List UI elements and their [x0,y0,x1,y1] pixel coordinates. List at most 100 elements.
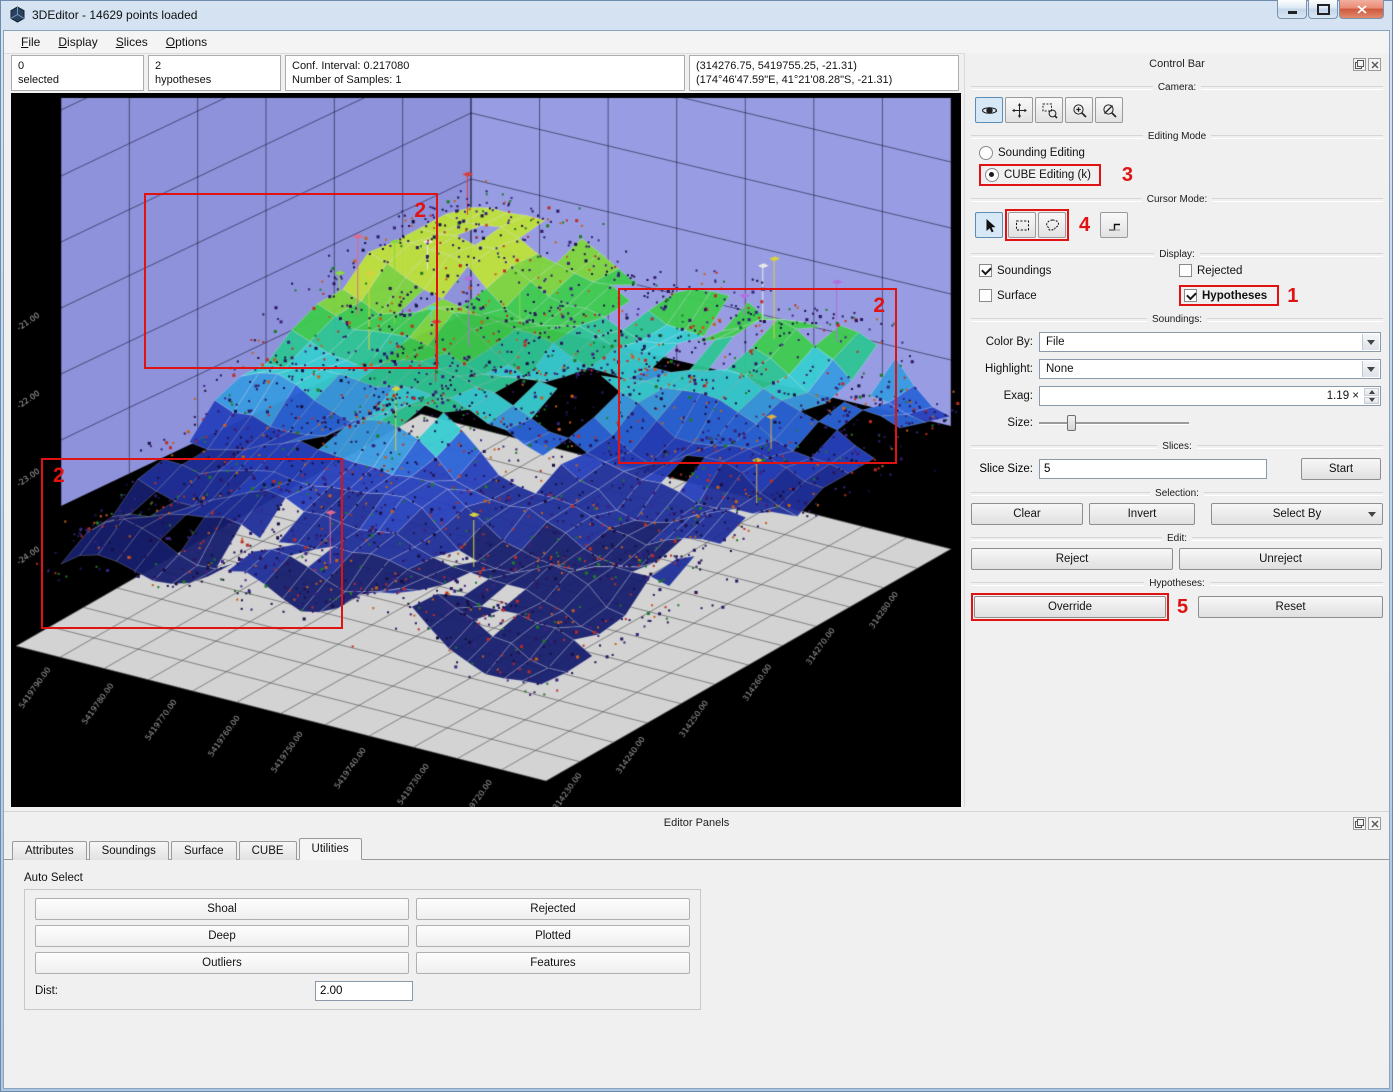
hypotheses-group-title: Hypotheses: [971,578,1383,589]
deep-button[interactable]: Deep [35,925,409,947]
cube-editing-highlight-box: CUBE Editing (k) [979,164,1101,186]
dist-label: Dist: [35,985,58,997]
control-bar-header: Control Bar [971,56,1383,74]
slice-size-input[interactable] [1039,459,1267,479]
unreject-button[interactable]: Unreject [1179,548,1382,570]
tab-soundings[interactable]: Soundings [88,841,169,860]
3d-viewport[interactable]: 222 [11,93,961,807]
camera-pan-icon [1011,102,1027,118]
features-button[interactable]: Features [415,952,690,974]
slider-track[interactable] [1039,422,1189,425]
camera-rotate-button[interactable] [975,97,1003,123]
close-icon [1356,4,1367,14]
plotted-button[interactable]: Plotted [415,925,690,947]
hypotheses-count-box: 2 hypotheses [148,55,281,91]
highlight-value: None [1046,363,1074,375]
exaggeration-value: 1.19 × [1326,390,1359,402]
minimize-button[interactable] [1277,0,1307,19]
select-by-button[interactable]: Select By [1211,503,1383,525]
float-panel-icon [1355,819,1364,828]
pointer-tool-button[interactable] [975,212,1003,238]
override-button[interactable]: Override [974,596,1166,618]
highlight-dropdown[interactable]: None [1039,359,1381,379]
invert-selection-button[interactable]: Invert [1089,503,1195,525]
dist-input[interactable] [315,981,413,1001]
rejected-checkbox-row[interactable]: Rejected [1179,264,1379,277]
outliers-button[interactable]: Outliers [35,952,409,974]
annotation-number-4: 4 [1079,214,1091,236]
control-bar-title: Control Bar [1149,58,1205,70]
app-window: 3DEditor - 14629 points loaded File Disp… [0,0,1393,1092]
close-panel-button[interactable] [1368,58,1381,71]
rejected-checkbox[interactable] [1179,264,1192,277]
selection-group-title: Selection: [971,488,1383,499]
cursor-mode-toolbar: 4 [971,209,1383,241]
point-size-slider[interactable] [1039,413,1189,433]
reject-button[interactable]: Reject [971,548,1173,570]
spin-down-button[interactable] [1364,396,1379,404]
rectangle-select-tool-button[interactable] [1008,212,1036,238]
spin-up-button[interactable] [1364,388,1379,396]
selected-count-box: 0 selected [11,55,144,91]
lasso-select-icon [1045,218,1059,231]
tab-cube[interactable]: CUBE [238,841,297,860]
tab-utilities[interactable]: Utilities [298,838,362,860]
display-group-title: Display: [971,249,1383,260]
lasso-select-tool-button[interactable] [1038,212,1066,238]
sounding-editing-radio[interactable] [979,146,993,160]
size-label: Size: [1007,417,1033,429]
slice-tool-button[interactable] [1100,212,1129,238]
menu-slices[interactable]: Slices [107,32,157,52]
chevron-down-icon [1362,361,1379,377]
soundings-checkbox-row[interactable]: Soundings [979,264,1179,277]
reset-hypotheses-button[interactable]: Reset [1198,596,1383,618]
camera-zoom-in-button[interactable] [1065,97,1093,123]
tab-surface[interactable]: Surface [170,841,237,860]
camera-zoom-reset-button[interactable] [1095,97,1123,123]
color-by-dropdown[interactable]: File [1039,332,1381,352]
float-panel-icon [1355,60,1364,69]
sounding-editing-label: Sounding Editing [998,147,1085,159]
camera-pan-button[interactable] [1005,97,1033,123]
hypotheses-checkbox[interactable] [1184,289,1197,302]
clear-selection-button[interactable]: Clear [971,503,1083,525]
maximize-icon [1316,3,1330,15]
3d-scene-canvas[interactable] [11,93,961,807]
position-projected: (314276.75, 5419755.25, -21.31) [696,60,857,72]
soundings-checkbox-label: Soundings [997,264,1052,277]
menu-options[interactable]: Options [157,32,216,52]
highlight-label: Highlight: [985,363,1033,375]
maximize-button[interactable] [1308,0,1338,19]
surface-checkbox-row[interactable]: Surface [979,289,1179,302]
menu-display[interactable]: Display [49,32,106,52]
close-panel-button[interactable] [1368,817,1381,830]
hypotheses-count-value: 2 [155,60,162,72]
rejected-button[interactable]: Rejected [415,898,690,920]
float-panel-button[interactable] [1353,58,1366,71]
annotation-number-3: 3 [1121,164,1134,186]
close-button[interactable] [1339,0,1384,19]
menu-file[interactable]: File [12,32,49,52]
cube-editing-radio[interactable] [985,168,999,182]
start-slices-button[interactable]: Start [1301,458,1381,480]
app-icon [9,6,26,23]
camera-zoom-window-button[interactable] [1035,97,1063,123]
selected-count-label: selected [18,74,59,86]
exaggeration-spinner[interactable]: 1.19 × [1039,386,1381,406]
float-panel-button[interactable] [1353,817,1366,830]
edit-group-title: Edit: [971,533,1383,544]
shoal-button[interactable]: Shoal [35,898,409,920]
surface-checkbox-label: Surface [997,289,1037,302]
tab-attributes[interactable]: Attributes [12,841,87,860]
sounding-editing-option[interactable]: Sounding Editing [979,146,1383,160]
rejected-checkbox-label: Rejected [1197,264,1243,277]
slider-thumb[interactable] [1067,415,1076,431]
camera-rotate-icon [981,106,997,114]
soundings-checkbox[interactable] [979,264,992,277]
editor-panels-header: Editor Panels [4,815,1389,833]
surface-checkbox[interactable] [979,289,992,302]
control-bar: Control Bar Camera: Editing Mode Soundin… [964,53,1389,807]
hypotheses-highlight-box: Hypotheses [1179,285,1280,306]
override-highlight-box: Override [971,593,1169,621]
marquee-select-icon [1015,220,1029,230]
